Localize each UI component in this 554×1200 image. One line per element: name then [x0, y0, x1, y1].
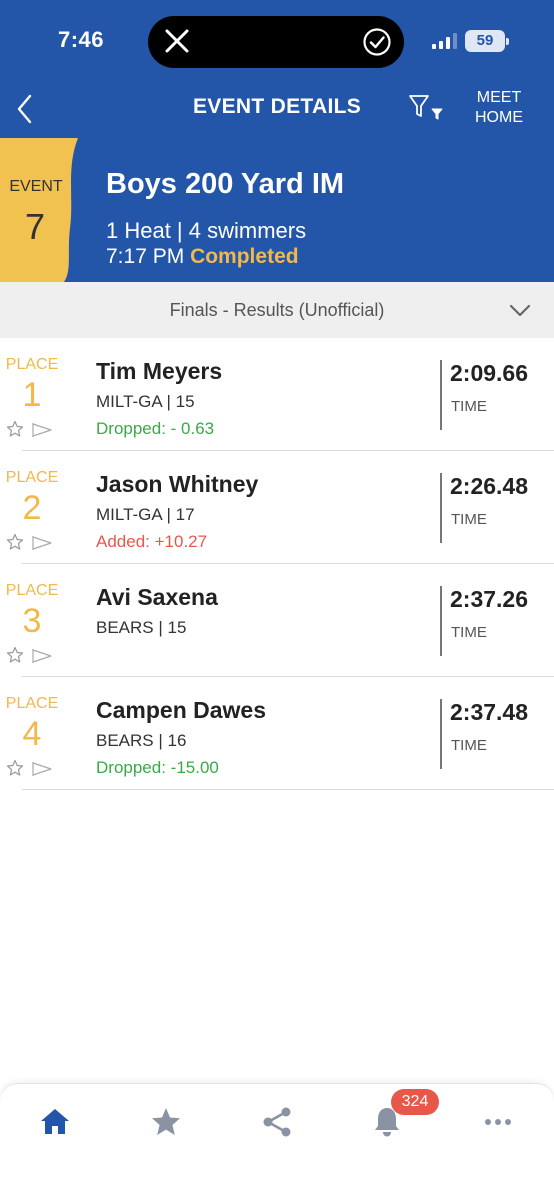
event-number: 7	[24, 206, 46, 247]
meet-home-line2: HOME	[475, 109, 523, 126]
x-logo-icon	[165, 29, 189, 53]
swimmer-name: Avi Saxena	[96, 584, 218, 610]
star-outline-icon[interactable]	[6, 759, 24, 777]
team-age: BEARS | 16	[96, 731, 187, 750]
time-delta: Dropped: -15.00	[96, 758, 219, 777]
time-label: TIME	[451, 511, 487, 528]
status-time: 7:46	[58, 27, 105, 52]
check-circle-icon	[363, 28, 391, 56]
results-dropdown[interactable]: Finals - Results (Unofficial)	[0, 282, 554, 338]
battery-icon: 59	[465, 30, 509, 52]
event-time: 7:17 PM	[106, 245, 185, 268]
dynamic-island[interactable]	[148, 16, 404, 68]
star-outline-icon[interactable]	[6, 533, 24, 551]
divider	[440, 473, 442, 543]
star-icon	[152, 1108, 180, 1135]
swimmer-name: Campen Dawes	[96, 697, 267, 723]
place-label: PLACE	[5, 469, 59, 486]
swimmer-name: Jason Whitney	[96, 471, 259, 497]
time-delta: Added: +10.27	[96, 532, 208, 551]
bottom-nav: 324	[0, 1083, 554, 1200]
place-number: 2	[22, 489, 42, 527]
result-row[interactable]: PLACE 2 Jason Whitney MILT-GA | 17 Added…	[0, 451, 554, 564]
home-icon	[41, 1109, 69, 1134]
nav-home[interactable]	[35, 1102, 75, 1142]
top-bar: 7:46 59 EVENT DETAILS MEET HOME	[0, 0, 554, 138]
notification-badge: 324	[391, 1089, 439, 1115]
event-label: EVENT	[9, 178, 63, 195]
pennant-icon[interactable]	[31, 760, 53, 778]
star-outline-icon[interactable]	[6, 420, 24, 438]
place-number: 1	[22, 376, 42, 414]
swimmer-name: Tim Meyers	[96, 358, 223, 384]
team-age: BEARS | 15	[96, 618, 187, 637]
divider	[440, 586, 442, 656]
more-icon	[485, 1119, 511, 1125]
star-outline-icon[interactable]	[6, 646, 24, 664]
place-label: PLACE	[5, 695, 59, 712]
result-row[interactable]: PLACE 1 Tim Meyers MILT-GA | 15 Dropped:…	[0, 338, 554, 451]
nav-favorites[interactable]	[146, 1102, 186, 1142]
meet-home-line1: MEET	[476, 89, 522, 106]
event-time-line: 7:17 PM Completed	[106, 245, 299, 269]
team-age: MILT-GA | 15	[96, 392, 195, 411]
battery-level: 59	[476, 32, 494, 49]
swim-time: 2:37.26	[450, 586, 529, 612]
results-title: Finals - Results (Unofficial)	[169, 300, 385, 320]
result-row[interactable]: PLACE 4 Campen Dawes BEARS | 16 Dropped:…	[0, 677, 554, 790]
row-divider	[22, 789, 554, 790]
divider	[440, 699, 442, 769]
time-label: TIME	[451, 624, 487, 641]
event-status: Completed	[190, 245, 299, 268]
place-label: PLACE	[5, 582, 59, 599]
swim-time: 2:26.48	[450, 473, 529, 499]
place-number: 4	[22, 715, 42, 753]
signal-icon	[432, 33, 457, 49]
time-label: TIME	[451, 398, 487, 415]
swim-time: 2:09.66	[450, 360, 529, 386]
swim-time: 2:37.48	[450, 699, 529, 725]
filter-icon[interactable]	[407, 92, 447, 122]
share-icon	[263, 1107, 291, 1137]
event-banner: EVENT 7 Boys 200 Yard IM 1 Heat | 4 swim…	[0, 138, 554, 282]
nav-share[interactable]	[257, 1102, 297, 1142]
nav-more[interactable]	[478, 1102, 518, 1142]
divider	[440, 360, 442, 430]
place-number: 3	[22, 602, 42, 640]
meet-home-button[interactable]: MEET HOME	[466, 88, 532, 128]
time-delta: Dropped: - 0.63	[96, 419, 215, 438]
pennant-icon[interactable]	[31, 421, 53, 439]
event-name: Boys 200 Yard IM	[106, 168, 345, 200]
chevron-down-icon	[509, 304, 531, 317]
team-age: MILT-GA | 17	[96, 505, 195, 524]
pennant-icon[interactable]	[31, 534, 53, 552]
place-label: PLACE	[5, 356, 59, 373]
result-row[interactable]: PLACE 3 Avi Saxena BEARS | 15 2:37.26 TI…	[0, 564, 554, 677]
time-label: TIME	[451, 737, 487, 754]
event-heat-info: 1 Heat | 4 swimmers	[106, 218, 307, 243]
pennant-icon[interactable]	[31, 647, 53, 665]
